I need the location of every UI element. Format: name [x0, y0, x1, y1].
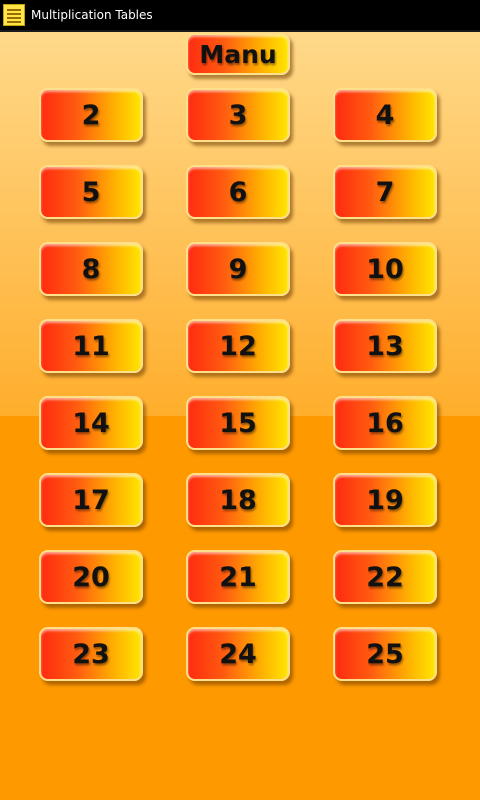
table-button-14[interactable]: 14 — [39, 396, 143, 450]
app-title: Multiplication Tables — [31, 8, 153, 22]
table-button-12[interactable]: 12 — [186, 319, 290, 373]
table-button-6[interactable]: 6 — [186, 165, 290, 219]
table-button-9[interactable]: 9 — [186, 242, 290, 296]
table-button-23[interactable]: 23 — [39, 627, 143, 681]
table-button-22[interactable]: 22 — [333, 550, 437, 604]
menu-button[interactable]: Manu — [186, 33, 290, 75]
table-button-13[interactable]: 13 — [333, 319, 437, 373]
title-bar: Multiplication Tables — [0, 0, 480, 32]
table-button-20[interactable]: 20 — [39, 550, 143, 604]
table-button-19[interactable]: 19 — [333, 473, 437, 527]
table-button-10[interactable]: 10 — [333, 242, 437, 296]
table-button-2[interactable]: 2 — [39, 88, 143, 142]
table-button-18[interactable]: 18 — [186, 473, 290, 527]
table-button-7[interactable]: 7 — [333, 165, 437, 219]
table-button-25[interactable]: 25 — [333, 627, 437, 681]
table-button-5[interactable]: 5 — [39, 165, 143, 219]
table-button-11[interactable]: 11 — [39, 319, 143, 373]
table-button-8[interactable]: 8 — [39, 242, 143, 296]
table-button-15[interactable]: 15 — [186, 396, 290, 450]
table-button-24[interactable]: 24 — [186, 627, 290, 681]
app-icon — [3, 4, 25, 26]
table-button-4[interactable]: 4 — [333, 88, 437, 142]
table-button-17[interactable]: 17 — [39, 473, 143, 527]
table-button-3[interactable]: 3 — [186, 88, 290, 142]
table-button-16[interactable]: 16 — [333, 396, 437, 450]
table-button-21[interactable]: 21 — [186, 550, 290, 604]
